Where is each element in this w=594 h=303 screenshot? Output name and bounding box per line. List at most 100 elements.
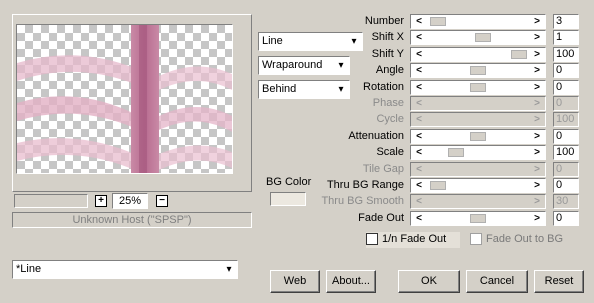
reset-button[interactable]: Reset [534, 270, 584, 293]
rotation-slider-thumb[interactable] [470, 83, 486, 92]
arrow-left-icon[interactable]: < [413, 179, 425, 192]
checkbox-box[interactable] [366, 233, 378, 246]
preview-image [17, 25, 232, 173]
arrow-left-icon[interactable]: < [413, 31, 425, 44]
arrow-left-icon[interactable]: < [413, 81, 425, 94]
thru-bg-smooth-slider: < > [410, 194, 546, 209]
fade-out-slider[interactable]: < > [410, 211, 546, 226]
phase-slider: < > [410, 96, 546, 111]
arrow-right-icon: > [534, 114, 540, 125]
arrow-left-icon[interactable]: < [413, 64, 425, 77]
attenuation-label: Attenuation [348, 130, 404, 142]
ok-button-label: OK [421, 275, 437, 287]
host-label: Unknown Host ("SPSP") [12, 212, 252, 228]
arrow-right-icon[interactable]: > [531, 48, 543, 61]
phase-value-field: 0 [553, 96, 579, 111]
arrow-left-icon: < [416, 164, 422, 175]
attenuation-slider-thumb[interactable] [470, 132, 486, 141]
thru-bg-range-slider-thumb[interactable] [430, 181, 446, 190]
shift-y-label: Shift Y [371, 48, 404, 60]
thru-bg-range-value-field[interactable]: 0 [553, 178, 579, 193]
cancel-button[interactable]: Cancel [466, 270, 528, 293]
preview-canvas [16, 24, 233, 174]
fade-out-value-field[interactable]: 0 [553, 211, 579, 226]
angle-value-field[interactable]: 0 [553, 63, 579, 78]
number-value-field[interactable]: 3 [553, 14, 579, 29]
preset-select[interactable]: *Line ▾ [12, 260, 238, 279]
cycle-slider: < > [410, 112, 546, 127]
status-field [14, 194, 88, 208]
ok-button[interactable]: OK [398, 270, 460, 293]
cycle-value-field: 100 [553, 112, 579, 127]
tile-gap-value-field: 0 [553, 162, 579, 177]
arrow-left-icon[interactable]: < [413, 212, 425, 225]
reset-button-label: Reset [544, 275, 574, 287]
shift-y-slider[interactable]: < > [410, 47, 546, 62]
fade-out-bg-checkbox: Fade Out to BG [470, 232, 590, 248]
shift-x-value-field[interactable]: 1 [553, 30, 579, 45]
fade-out-label: Fade Out [358, 212, 404, 224]
scale-label: Scale [376, 146, 404, 158]
shape-select-value: Line [262, 35, 283, 47]
attenuation-value-field[interactable]: 0 [553, 129, 579, 144]
scale-slider[interactable]: < > [410, 145, 546, 160]
preset-select-value: *Line [16, 263, 42, 275]
arrow-right-icon: > [534, 164, 540, 175]
phase-label: Phase [372, 97, 404, 109]
arrow-right-icon: > [534, 98, 540, 109]
tile-gap-label: Tile Gap [362, 163, 404, 175]
arrow-left-icon: < [416, 196, 422, 207]
arrow-left-icon: < [416, 98, 422, 109]
shift-x-slider[interactable]: < > [410, 30, 546, 45]
arrow-left-icon[interactable]: < [413, 130, 425, 143]
cancel-button-label: Cancel [479, 275, 515, 287]
angle-label: Angle [375, 64, 404, 76]
thru-bg-smooth-label: Thru BG Smooth [321, 195, 404, 207]
zoom-out-button[interactable]: − [156, 195, 168, 207]
arrow-right-icon[interactable]: > [531, 31, 543, 44]
about-button[interactable]: About... [326, 270, 376, 293]
fade-out-1n-checkbox[interactable]: 1/n Fade Out [366, 232, 460, 248]
arrow-right-icon[interactable]: > [531, 15, 543, 28]
arrow-left-icon: < [416, 114, 422, 125]
angle-slider[interactable]: < > [410, 63, 546, 78]
attenuation-slider[interactable]: < > [410, 129, 546, 144]
about-button-label: About... [332, 275, 370, 287]
arrow-right-icon[interactable]: > [531, 64, 543, 77]
chevron-down-icon: ▾ [226, 264, 232, 275]
angle-slider-thumb[interactable] [470, 66, 486, 75]
checkbox-box [470, 233, 482, 246]
arrow-right-icon[interactable]: > [531, 130, 543, 143]
scale-value-field[interactable]: 100 [553, 145, 579, 160]
zoom-in-button[interactable]: + [95, 195, 107, 207]
number-label: Number [364, 15, 404, 27]
arrow-left-icon[interactable]: < [413, 146, 425, 159]
zoom-level: 25% [112, 193, 148, 209]
cycle-label: Cycle [376, 113, 404, 125]
shift-y-value-field[interactable]: 100 [553, 47, 579, 62]
number-slider[interactable]: < > [410, 14, 546, 29]
tile-gap-slider: < > [410, 162, 546, 177]
number-slider-thumb[interactable] [430, 17, 446, 26]
arrow-right-icon[interactable]: > [531, 81, 543, 94]
arrow-left-icon[interactable]: < [413, 15, 425, 28]
rotation-value-field[interactable]: 0 [553, 80, 579, 95]
arrow-right-icon[interactable]: > [531, 212, 543, 225]
web-button[interactable]: Web [270, 270, 320, 293]
fade-out-slider-thumb[interactable] [470, 214, 486, 223]
arrow-left-icon[interactable]: < [413, 48, 425, 61]
arrow-right-icon[interactable]: > [531, 179, 543, 192]
shift-y-slider-thumb[interactable] [511, 50, 527, 59]
thru-bg-smooth-value-field: 30 [553, 194, 579, 209]
web-button-label: Web [283, 275, 307, 287]
rotation-slider[interactable]: < > [410, 80, 546, 95]
arrow-right-icon[interactable]: > [531, 146, 543, 159]
fade-out-1n-label: 1/n Fade Out [382, 233, 447, 245]
shift-x-label: Shift X [371, 31, 404, 43]
arrow-right-icon: > [534, 196, 540, 207]
fade-out-bg-label: Fade Out to BG [486, 233, 564, 245]
thru-bg-range-slider[interactable]: < > [410, 178, 546, 193]
scale-slider-thumb[interactable] [448, 148, 464, 157]
shift-x-slider-thumb[interactable] [475, 33, 491, 42]
thru-bg-range-label: Thru BG Range [326, 179, 404, 191]
